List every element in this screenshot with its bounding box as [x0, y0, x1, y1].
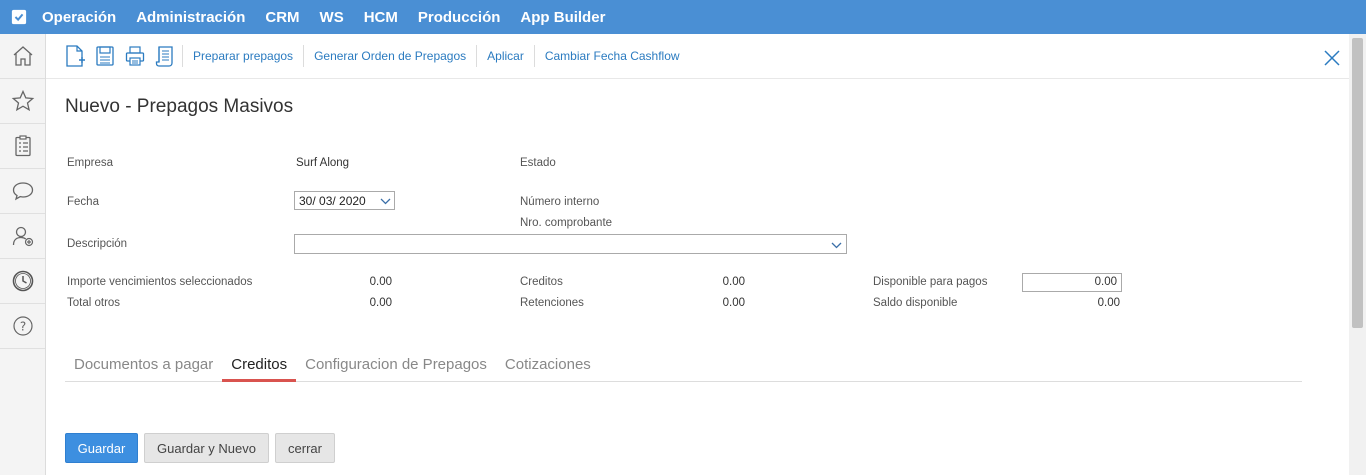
sidebar-history[interactable]	[0, 259, 45, 304]
creditos-label: Creditos	[520, 276, 563, 288]
sidebar-messages[interactable]	[0, 169, 45, 214]
importe-vencimientos-value: 0.00	[369, 276, 392, 288]
cerrar-button[interactable]: cerrar	[275, 433, 335, 463]
clock-icon	[12, 270, 33, 292]
clipboard-icon	[14, 135, 31, 157]
main-content: Preparar prepagos Generar Orden de Prepa…	[46, 34, 1349, 475]
aplicar-link[interactable]: Aplicar	[487, 49, 524, 63]
top-navbar: Operación Administración CRM WS HCM Prod…	[0, 0, 1366, 34]
nav-operacion[interactable]: Operación	[42, 9, 116, 26]
chevron-down-icon[interactable]	[831, 240, 842, 250]
disponible-pagos-label: Disponible para pagos	[873, 276, 988, 288]
tab-documentos-a-pagar[interactable]: Documentos a pagar	[65, 352, 222, 381]
tab-configuracion-prepagos[interactable]: Configuracion de Prepagos	[296, 352, 496, 381]
fecha-label: Fecha	[67, 196, 99, 208]
total-otros-value: 0.00	[369, 297, 392, 309]
home-icon	[13, 46, 32, 66]
empresa-value: Surf Along	[296, 157, 350, 169]
left-sidebar: ?	[0, 34, 46, 475]
chat-icon	[12, 182, 33, 201]
sidebar-home[interactable]	[0, 34, 45, 79]
estado-label: Estado	[520, 157, 556, 169]
nro-comprobante-label: Nro. comprobante	[520, 217, 613, 229]
total-otros-label: Total otros	[67, 297, 121, 309]
nav-produccion[interactable]: Producción	[418, 9, 501, 26]
close-icon[interactable]	[1323, 49, 1341, 67]
svg-text:?: ?	[19, 320, 25, 334]
app-logo-icon[interactable]	[10, 8, 28, 26]
empresa-label: Empresa	[67, 157, 114, 169]
nav-administracion[interactable]: Administración	[136, 9, 245, 26]
new-document-button[interactable]	[64, 45, 86, 67]
nav-ws[interactable]: WS	[320, 9, 344, 26]
fecha-value: 30/ 03/ 2020	[299, 193, 366, 208]
nav-app-builder[interactable]: App Builder	[520, 9, 605, 26]
tab-creditos[interactable]: Creditos	[222, 352, 297, 382]
sidebar-tasks[interactable]	[0, 124, 45, 169]
saldo-disponible-label: Saldo disponible	[873, 297, 958, 309]
print-icon	[125, 46, 145, 66]
print-button[interactable]	[124, 45, 146, 67]
nav-crm[interactable]: CRM	[265, 9, 299, 26]
tab-cotizaciones[interactable]: Cotizaciones	[496, 352, 600, 381]
disponible-pagos-input[interactable]: 0.00	[1022, 273, 1122, 292]
retenciones-value: 0.00	[722, 297, 745, 309]
toolbar-divider	[182, 45, 183, 67]
generar-orden-prepagos-link[interactable]: Generar Orden de Prepagos	[314, 49, 466, 63]
tab-bar: Documentos a pagar Creditos Configuracio…	[65, 352, 1302, 382]
cambiar-fecha-cashflow-link[interactable]: Cambiar Fecha Cashflow	[545, 49, 680, 63]
new-document-icon	[66, 45, 85, 67]
nav-hcm[interactable]: HCM	[364, 9, 398, 26]
descripcion-label: Descripción	[67, 238, 128, 250]
save-button[interactable]	[94, 45, 116, 67]
importe-vencimientos-label: Importe vencimientos seleccionados	[67, 276, 253, 288]
toolbar-divider	[533, 45, 535, 67]
descripcion-select[interactable]	[294, 234, 847, 254]
toolbar: Preparar prepagos Generar Orden de Prepa…	[46, 34, 1349, 79]
page-title: Nuevo - Prepagos Masivos	[65, 96, 294, 117]
guardar-y-nuevo-button[interactable]: Guardar y Nuevo	[144, 433, 269, 463]
toolbar-divider	[476, 45, 478, 67]
save-icon	[96, 46, 114, 66]
report-button[interactable]	[154, 45, 176, 67]
sidebar-favorites[interactable]	[0, 79, 45, 124]
numero-interno-label: Número interno	[520, 196, 600, 208]
toolbar-divider	[303, 45, 305, 67]
chevron-down-icon[interactable]	[380, 196, 391, 206]
preparar-prepagos-link[interactable]: Preparar prepagos	[193, 49, 293, 63]
sidebar-help[interactable]: ?	[0, 304, 45, 349]
retenciones-label: Retenciones	[520, 297, 584, 309]
creditos-value: 0.00	[722, 276, 745, 288]
saldo-disponible-value: 0.00	[1097, 297, 1120, 309]
add-user-icon	[12, 226, 33, 247]
star-icon	[11, 89, 34, 112]
scrollbar-thumb[interactable]	[1352, 38, 1363, 328]
sidebar-add-user[interactable]	[0, 214, 45, 259]
help-icon: ?	[12, 316, 33, 336]
guardar-button[interactable]: Guardar	[65, 433, 138, 463]
vertical-scrollbar[interactable]	[1349, 34, 1366, 475]
scroll-report-icon	[155, 46, 173, 67]
fecha-date-input[interactable]: 30/ 03/ 2020	[294, 191, 395, 210]
